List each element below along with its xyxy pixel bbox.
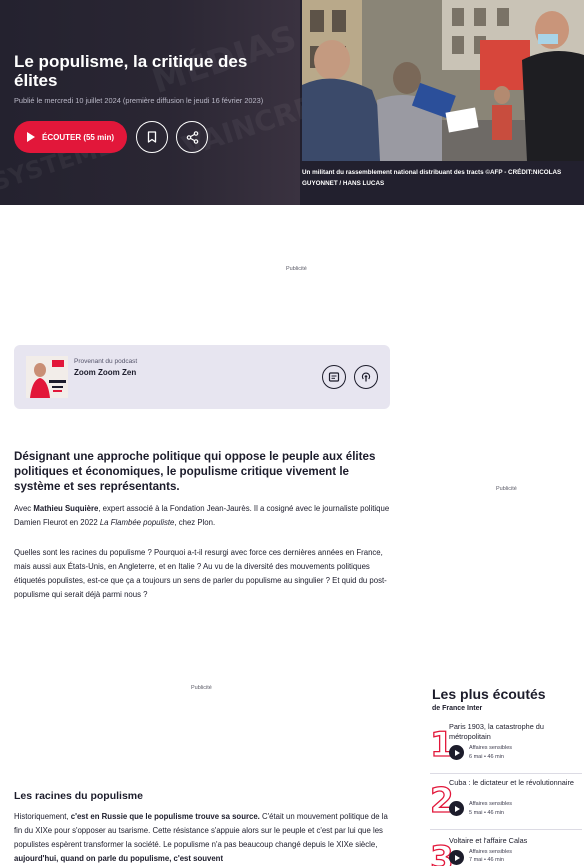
photo-caption: Un militant du rassemblement national di… <box>302 169 562 187</box>
most-listened-title: Les plus écoutés <box>432 686 546 702</box>
article-paragraph-questions: Quelles sont les racines du populisme ? … <box>14 548 387 599</box>
podcast-source-label: Provenant du podcast <box>74 358 138 365</box>
share-button[interactable] <box>176 121 208 153</box>
play-icon <box>26 132 35 142</box>
podcast-cover <box>26 356 68 398</box>
most-listened-item[interactable]: 3 Voltaire et l'affaire Calas Affaires s… <box>429 836 582 866</box>
photo-illustration <box>302 0 584 161</box>
text-fragment: , chez Plon. <box>174 518 216 527</box>
podcast-subscribe-button[interactable] <box>354 365 378 389</box>
section-heading: Les racines du populisme <box>14 790 143 802</box>
page-title: Le populisme, la critique des élites <box>14 52 248 90</box>
bookmark-button[interactable] <box>136 121 168 153</box>
episode-hero: MÉDIAS VAINCRE SYSTÈME Le populisme, la … <box>0 0 584 205</box>
podcast-icon <box>361 372 371 382</box>
episode-meta: 5 mai • 46 min <box>469 810 504 816</box>
episode-meta: 6 mai • 46 min <box>469 754 504 760</box>
text-emphasis: c'est en Russie que le populisme trouve … <box>70 812 260 821</box>
play-icon <box>454 854 460 861</box>
transcript-icon <box>328 372 340 382</box>
share-icon <box>186 130 198 144</box>
episode-link[interactable]: Cuba : le dictateur et le révolutionnair… <box>449 778 581 788</box>
most-listened-subtitle: de France Inter <box>432 705 483 712</box>
text-fragment: Avec <box>14 504 34 513</box>
ad-label: Publicité <box>191 685 212 691</box>
play-button[interactable] <box>449 850 464 865</box>
bookmark-icon <box>147 131 157 143</box>
most-listened-item[interactable]: 1 Paris 1903, la catastrophe du métropol… <box>429 722 582 774</box>
listen-button-label: ÉCOUTER (55 min) <box>41 132 114 142</box>
play-icon <box>454 805 460 812</box>
episode-link[interactable]: Paris 1903, la catastrophe du métropolit… <box>449 722 581 742</box>
text-emphasis: aujourd'hui, quand on parle du populisme… <box>14 854 224 863</box>
show-name: Affaires sensibles <box>469 745 513 751</box>
transcript-button[interactable] <box>322 365 346 389</box>
podcast-name[interactable]: Zoom Zoom Zen <box>74 368 136 377</box>
play-button[interactable] <box>449 801 464 816</box>
ad-label: Publicité <box>496 486 517 492</box>
show-name: Affaires sensibles <box>469 801 513 807</box>
ad-label: Publicité <box>286 266 307 272</box>
most-listened-item[interactable]: 2 Cuba : le dictateur et le révolutionna… <box>429 778 582 830</box>
book-title: La Flambée populiste <box>99 518 175 527</box>
listen-button[interactable]: ÉCOUTER (55 min) <box>14 121 127 153</box>
episode-link[interactable]: Voltaire et l'affaire Calas <box>449 836 581 846</box>
guest-name: Mathieu Suquière <box>33 504 99 513</box>
play-button[interactable] <box>449 745 464 760</box>
show-name: Affaires sensibles <box>469 849 513 855</box>
episode-meta: 7 mai • 46 min <box>469 857 504 863</box>
play-icon <box>454 749 460 756</box>
publication-date: Publié le mercredi 10 juillet 2024 (prem… <box>14 96 264 105</box>
podcast-card[interactable]: Provenant du podcast Zoom Zoom Zen <box>14 345 390 409</box>
podcast-cover-art <box>26 356 68 398</box>
article-paragraph-guest: Avec Mathieu Suquière, expert associé à … <box>14 502 394 530</box>
article-lead: Désignant une approche politique qui opp… <box>14 450 376 493</box>
episode-photo <box>302 0 584 161</box>
article-paragraph-history: Historiquement, c'est en Russie que le p… <box>14 810 394 866</box>
text-fragment: Historiquement, <box>14 812 71 821</box>
